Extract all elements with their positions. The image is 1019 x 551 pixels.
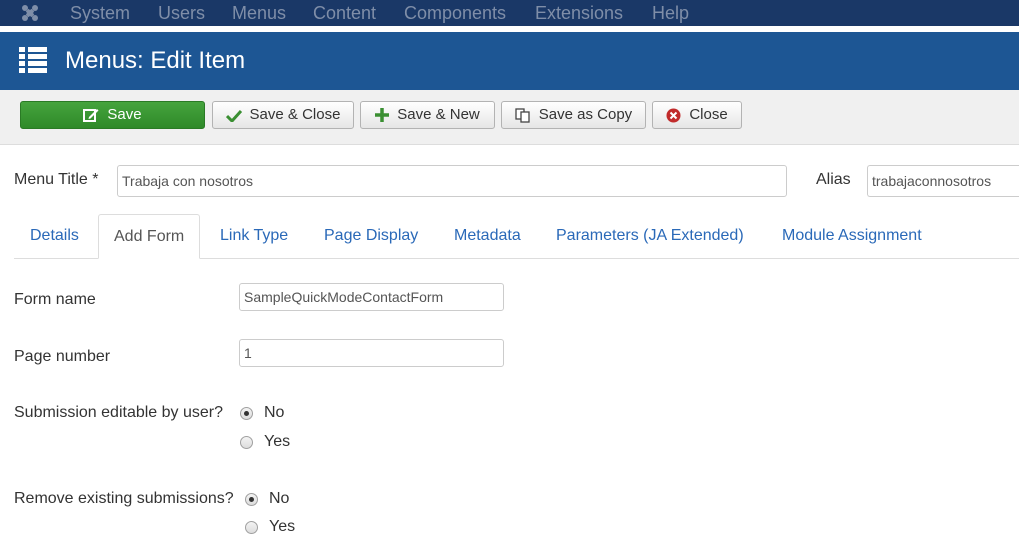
copy-icon bbox=[515, 107, 530, 123]
menu-title-input[interactable]: Trabaja con nosotros bbox=[117, 165, 787, 197]
tab-module-assignment[interactable]: Module Assignment bbox=[782, 214, 922, 258]
submission-editable-label: Submission editable by user? bbox=[14, 404, 224, 421]
close-button-label: Close bbox=[689, 106, 728, 123]
save-close-button[interactable]: Save & Close bbox=[212, 101, 354, 129]
close-circle-icon bbox=[666, 108, 681, 122]
nav-content[interactable]: Content bbox=[313, 3, 376, 23]
tab-link-type[interactable]: Link Type bbox=[220, 214, 288, 258]
page-header: Menus: Edit Item bbox=[0, 32, 1019, 90]
page-number-label: Page number bbox=[14, 348, 111, 365]
editable-yes-label[interactable]: Yes bbox=[264, 432, 290, 452]
save-button-label: Save bbox=[107, 106, 142, 123]
tab-page-display[interactable]: Page Display bbox=[324, 214, 418, 258]
edit-icon bbox=[83, 109, 99, 122]
menu-title-label: Menu Title * bbox=[14, 171, 99, 188]
save-as-copy-label: Save as Copy bbox=[538, 106, 633, 123]
save-new-button[interactable]: Save & New bbox=[360, 101, 495, 129]
page-number-input[interactable]: 1 bbox=[239, 339, 504, 367]
save-new-label: Save & New bbox=[397, 106, 480, 123]
tab-details[interactable]: Details bbox=[30, 214, 79, 258]
close-button[interactable]: Close bbox=[652, 101, 742, 129]
save-close-label: Save & Close bbox=[249, 106, 341, 123]
tab-metadata[interactable]: Metadata bbox=[454, 214, 521, 258]
nav-users[interactable]: Users bbox=[158, 3, 205, 23]
remove-yes-label[interactable]: Yes bbox=[269, 517, 295, 537]
top-navbar: System Users Menus Content Components Ex… bbox=[0, 0, 1019, 26]
editable-no-radio[interactable] bbox=[240, 407, 253, 420]
save-as-copy-button[interactable]: Save as Copy bbox=[501, 101, 646, 129]
editable-no-label[interactable]: No bbox=[264, 403, 284, 423]
plus-icon bbox=[375, 108, 390, 122]
nav-extensions[interactable]: Extensions bbox=[535, 3, 623, 23]
tab-parameters[interactable]: Parameters (JA Extended) bbox=[556, 214, 744, 258]
page-title: Menus: Edit Item bbox=[65, 47, 246, 74]
remove-no-label[interactable]: No bbox=[269, 489, 289, 509]
alias-label: Alias bbox=[816, 171, 851, 188]
nav-components[interactable]: Components bbox=[404, 3, 506, 23]
tab-add-form[interactable]: Add Form bbox=[98, 214, 201, 259]
alias-input[interactable]: trabajaconnosotros bbox=[867, 165, 1019, 197]
nav-system[interactable]: System bbox=[70, 3, 130, 23]
form-name-input[interactable]: SampleQuickModeContactForm bbox=[239, 283, 504, 311]
toolbar: Save Save & Close Save & New Save as Cop… bbox=[0, 90, 1019, 145]
joomla-logo-icon[interactable] bbox=[20, 3, 40, 23]
form-name-label: Form name bbox=[14, 291, 96, 308]
remove-submissions-label: Remove existing submissions? bbox=[14, 490, 234, 507]
tab-bar: Details Add Form Link Type Page Display … bbox=[14, 214, 1019, 259]
editable-yes-radio[interactable] bbox=[240, 436, 253, 449]
checkmark-icon bbox=[225, 109, 242, 122]
remove-yes-radio[interactable] bbox=[245, 521, 258, 534]
nav-help[interactable]: Help bbox=[652, 3, 689, 23]
nav-menus[interactable]: Menus bbox=[232, 3, 286, 23]
remove-no-radio[interactable] bbox=[245, 493, 258, 506]
list-icon bbox=[19, 47, 47, 73]
save-button[interactable]: Save bbox=[20, 101, 205, 129]
